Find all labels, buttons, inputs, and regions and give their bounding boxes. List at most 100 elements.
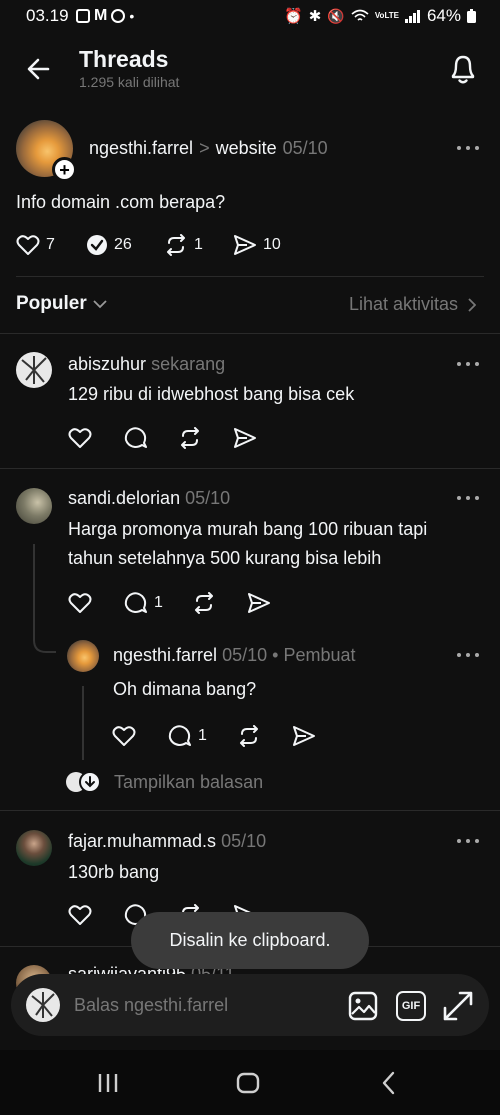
gmail-notification-icon: M (94, 7, 108, 24)
status-time: 03.19 (26, 6, 69, 25)
reply-byline: ngesthi.farrel 05/10 • Pembuat (113, 645, 356, 666)
author-username[interactable]: ngesthi.farrel (89, 138, 193, 159)
more-options-icon[interactable] (456, 651, 480, 659)
comment-icon[interactable] (124, 426, 148, 450)
divider (16, 276, 484, 277)
like-count: 7 (46, 236, 55, 253)
send-icon[interactable] (247, 592, 271, 614)
comment-username[interactable]: abiszuhur (68, 354, 146, 374)
comment-text-line: Harga promonya murah bang 100 ribuan tap… (68, 519, 428, 539)
mute-icon: 🔇 (327, 7, 345, 24)
chevron-right-icon: > (199, 138, 210, 158)
back-arrow-icon[interactable] (26, 56, 52, 82)
sort-dropdown[interactable]: Populer (16, 293, 107, 315)
image-icon[interactable] (348, 991, 378, 1021)
divider (0, 468, 500, 469)
share-button[interactable]: 10 (233, 234, 281, 256)
more-options-icon[interactable] (456, 494, 480, 502)
comment-byline: sandi.delorian 05/10 (68, 488, 230, 509)
chevron-down-icon (93, 300, 107, 309)
comment-text: 129 ribu di idwebhost bang bisa cek (68, 384, 355, 404)
follow-plus-icon[interactable]: + (52, 157, 77, 182)
status-bar: 03.19 M • ⏰ ✱ 🔇 VoLTE 64% (0, 0, 500, 34)
verified-reply-icon (87, 235, 107, 255)
reply-username[interactable]: ngesthi.farrel (113, 645, 217, 665)
community-link[interactable]: website (216, 138, 277, 159)
current-user-avatar (26, 988, 60, 1022)
bell-icon[interactable] (448, 52, 478, 86)
like-button[interactable]: 7 (16, 234, 55, 256)
reply-time: 05/10 (222, 645, 268, 665)
comment-username[interactable]: fajar.muhammad.s (68, 831, 216, 851)
reply-input-placeholder[interactable]: Balas ngesthi.farrel (74, 995, 228, 1016)
comment-time: 05/10 (221, 831, 267, 851)
reply-button[interactable]: 1 (168, 724, 207, 748)
repost-button[interactable]: 1 (164, 234, 203, 256)
commenter-avatar[interactable] (16, 488, 52, 524)
more-options-icon[interactable] (456, 144, 480, 152)
comment-time: 05/10 (185, 488, 231, 508)
send-icon[interactable] (292, 725, 316, 747)
comment-byline: fajar.muhammad.s 05/10 (68, 831, 266, 852)
bluetooth-icon: ✱ (308, 8, 322, 25)
thread-connector-line (82, 686, 84, 760)
status-notification-icons: M • (76, 7, 134, 25)
comment-text: Harga promonya murah bang 100 ribuan tap… (68, 515, 427, 573)
recent-apps-icon[interactable] (97, 1072, 119, 1094)
reply-count: 1 (198, 727, 207, 744)
gif-button[interactable]: GIF (396, 991, 426, 1021)
commenter-avatar[interactable] (16, 352, 52, 388)
reply-author-avatar[interactable] (67, 640, 99, 672)
repost-icon[interactable] (237, 725, 261, 747)
view-count: 1.295 kali dilihat (79, 74, 180, 90)
expand-icon[interactable] (442, 990, 474, 1022)
arrow-down-circle-icon[interactable] (79, 771, 101, 793)
reply-text: Oh dimana bang? (113, 679, 257, 699)
heart-icon[interactable] (68, 904, 92, 926)
status-system-icons: ⏰ ✱ 🔇 VoLTE 64% (284, 6, 476, 26)
share-count: 10 (263, 236, 281, 253)
send-icon[interactable] (233, 427, 257, 449)
heart-icon[interactable] (68, 427, 92, 449)
sort-label: Populer (16, 293, 87, 314)
view-activity-label: Lihat aktivitas (348, 294, 458, 314)
comment-username[interactable]: sandi.delorian (68, 488, 180, 508)
more-options-icon[interactable] (456, 837, 480, 845)
reply-button[interactable]: 1 (124, 591, 163, 615)
post-text: Info domain .com berapa? (16, 192, 226, 212)
send-icon (234, 235, 256, 255)
app-notification-icon (111, 9, 126, 23)
post-date: 05/10 (282, 138, 328, 158)
repost-icon[interactable] (192, 592, 216, 614)
heart-icon[interactable] (112, 725, 136, 747)
repost-icon[interactable] (178, 427, 202, 449)
divider (0, 333, 500, 334)
reply-count: 1 (154, 594, 163, 611)
system-navigation-bar (0, 1050, 500, 1115)
show-replies-link[interactable]: Tampilkan balasan (114, 772, 263, 793)
comment-text: 130rb bang (68, 862, 160, 882)
comment-icon (168, 725, 191, 746)
back-icon[interactable] (380, 1071, 398, 1095)
heart-icon (16, 235, 40, 255)
battery-percent: 64% (426, 6, 461, 25)
post-byline: ngesthi.farrel > website 05/10 (89, 138, 328, 159)
more-options-icon[interactable] (456, 360, 480, 368)
author-badge: • Pembuat (272, 645, 356, 665)
view-activity-link[interactable]: Lihat aktivitas (349, 294, 476, 315)
comment-time: sekarang (151, 354, 226, 374)
heart-icon[interactable] (68, 592, 92, 614)
gallery-notification-icon (76, 9, 90, 23)
repost-count: 1 (194, 236, 203, 253)
home-icon[interactable] (236, 1071, 260, 1095)
battery-icon (467, 9, 476, 23)
gif-label: GIF (401, 1000, 421, 1012)
reply-count: 26 (114, 236, 132, 253)
commenter-avatar[interactable] (16, 830, 52, 866)
divider (0, 810, 500, 811)
toast-message: Disalin ke clipboard. (131, 912, 369, 969)
signal-icon (404, 10, 420, 23)
sketch-avatar-icon (21, 356, 47, 384)
page-title: Threads (79, 46, 169, 72)
reply-button[interactable]: 26 (86, 234, 132, 256)
